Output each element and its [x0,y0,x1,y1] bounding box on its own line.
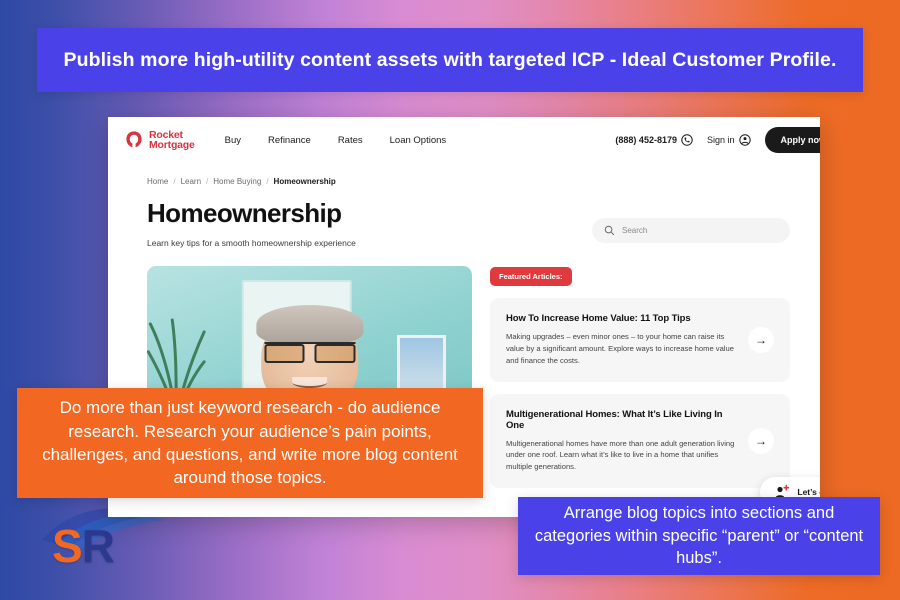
page-title-row: Homeownership Learn key tips for a smoot… [108,186,820,248]
callout-orange-text: Do more than just keyword research - do … [42,398,458,488]
breadcrumb-item-homeownership: Homeownership [273,177,336,186]
nav-item-buy[interactable]: Buy [225,135,241,146]
site-header-actions: (888) 452-8179 Sign in Apply now [615,117,820,163]
nav-item-rates[interactable]: Rates [338,135,363,146]
featured-articles-section: Featured Articles: How To Increase Home … [490,266,790,496]
arrow-right-icon[interactable]: → [748,326,774,353]
search-icon [604,225,615,236]
featured-articles-badge: Featured Articles: [490,267,572,287]
phone-number: (888) 452-8179 [615,135,677,145]
search-input[interactable]: Search [592,218,790,243]
phone-icon [681,134,693,146]
breadcrumb-item-home-buying[interactable]: Home Buying [213,177,261,186]
rocket-mortgage-logo[interactable]: Rocket Mortgage [124,129,195,151]
article-title: How To Increase Home Value: 11 Top Tips [506,313,691,325]
sign-in-link[interactable]: Sign in [707,134,751,146]
callout-orange: Do more than just keyword research - do … [17,388,483,498]
breadcrumb-item-home[interactable]: Home [147,177,168,186]
nav-item-loan-options[interactable]: Loan Options [390,135,447,146]
breadcrumb-item-learn[interactable]: Learn [181,177,201,186]
article-card[interactable]: Multigenerational Homes: What It’s Like … [490,393,790,488]
article-card[interactable]: How To Increase Home Value: 11 Top Tips … [490,298,790,382]
search-placeholder: Search [622,226,648,235]
rocket-mortgage-mark-icon [126,131,142,148]
user-circle-icon [738,134,751,146]
chat-widget-label: Let’s c [797,487,820,497]
hero-picture-frame [397,335,446,396]
breadcrumb-separator: / [266,177,269,186]
callout-blue-text: Arrange blog topics into sections and ca… [534,504,864,568]
sr-logo-s: S [52,520,83,572]
sr-watermark-logo: SR [52,520,115,572]
article-description: Multigenerational homes have more than o… [506,438,735,472]
hero-person-smile [291,376,328,389]
page-title-block: Homeownership Learn key tips for a smoot… [147,198,592,249]
sr-logo-r: R [81,520,115,572]
sign-in-label: Sign in [706,135,735,145]
article-description: Making upgrades – even minor ones – to y… [506,332,734,365]
site-primary-nav: Buy Refinance Rates Loan Options [225,135,447,146]
breadcrumb-separator: / [173,177,176,186]
page-subtitle: Learn key tips for a smooth homeownershi… [147,238,356,249]
arrow-right-icon[interactable]: → [748,427,774,454]
site-header: Rocket Mortgage Buy Refinance Rates Loan… [108,117,820,163]
hero-person-hair [255,305,364,345]
callout-blue: Arrange blog topics into sections and ca… [518,497,880,575]
article-text: Multigenerational Homes: What It’s Like … [506,409,738,473]
top-headline-banner: Publish more high-utility content assets… [37,28,863,92]
article-text: How To Increase Home Value: 11 Top Tips … [506,313,738,366]
apply-now-button[interactable]: Apply now [764,127,820,153]
hero-person-glasses [264,342,355,363]
article-title: Multigenerational Homes: What It’s Like … [506,408,723,431]
top-headline-text: Publish more high-utility content assets… [63,48,837,71]
logo-word-mortgage: Mortgage [149,139,195,151]
breadcrumb-separator: / [206,177,209,186]
breadcrumb: Home / Learn / Home Buying / Homeownersh… [108,163,820,186]
phone-link[interactable]: (888) 452-8179 [615,134,693,146]
page-title: Homeownership [147,198,342,228]
nav-item-refinance[interactable]: Refinance [268,135,311,146]
